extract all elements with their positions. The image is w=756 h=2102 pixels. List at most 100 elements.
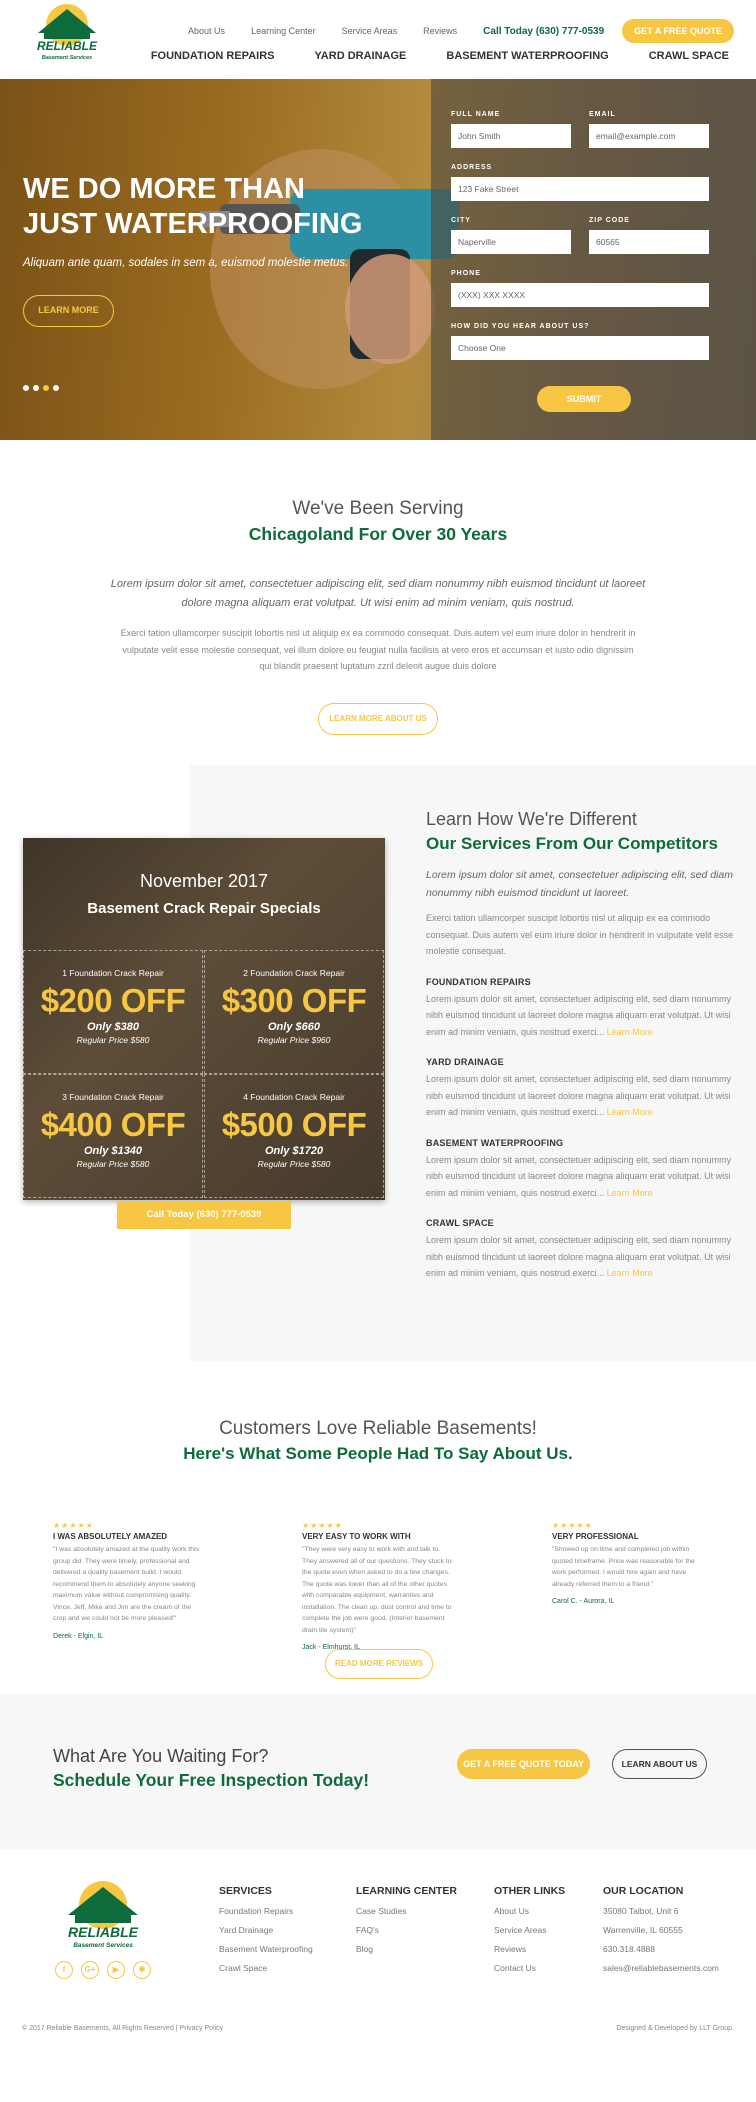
services-heading-light: Learn How We're Different: [426, 809, 637, 829]
cta-quote-button[interactable]: GET A FREE QUOTE TODAY: [457, 1749, 590, 1779]
submit-button[interactable]: SUBMIT: [537, 386, 631, 412]
offer-price: Only $380: [87, 1021, 139, 1033]
footer-link[interactable]: Case Studies: [356, 1906, 457, 1916]
slider-dot[interactable]: [33, 385, 39, 391]
footer-link[interactable]: Yard Drainage: [219, 1925, 313, 1935]
nav-yard[interactable]: YARD DRAINAGE: [314, 50, 406, 62]
footer-heading: SERVICES: [219, 1885, 272, 1897]
services-heading-green: Our Services From Our Competitors: [426, 834, 718, 853]
site-header: RELIABLE Basement Services About Us Lear…: [0, 0, 756, 79]
email-label: EMAIL: [589, 111, 616, 118]
review-quote: "They were very easy to work with and ta…: [302, 1546, 452, 1634]
footer-email[interactable]: sales@reliablebasements.com: [603, 1963, 719, 1973]
review-card: ★★★★★ VERY PROFESSIONAL "Showed up on ti…: [552, 1521, 702, 1605]
util-link-learning[interactable]: Learning Center: [251, 26, 316, 36]
full-name-field[interactable]: John Smith: [451, 124, 571, 148]
service-title: BASEMENT WATERPROOFING: [426, 1137, 564, 1148]
service-desc: Lorem ipsum dolor sit amet, consectetuer…: [426, 1154, 732, 1198]
footer-link[interactable]: Basement Waterproofing: [219, 1944, 313, 1954]
credit[interactable]: Designed & Developed by LLT Group.: [616, 2025, 734, 2032]
main-nav: FOUNDATION REPAIRS YARD DRAINAGE BASEMEN…: [111, 50, 729, 62]
reviews-heading-green: Here's What Some People Had To Say About…: [183, 1444, 573, 1463]
footer-col-other: OTHER LINKS About Us Service Areas Revie…: [494, 1885, 565, 1973]
special-offer: 4 Foundation Crack Repair $500 OFF Only …: [204, 1074, 384, 1198]
util-link-reviews[interactable]: Reviews: [423, 26, 457, 36]
nav-foundation[interactable]: FOUNDATION REPAIRS: [151, 50, 275, 62]
service-item: YARD DRAINAGE Lorem ipsum dolor sit amet…: [426, 1057, 736, 1121]
service-learn-more-link[interactable]: Learn More: [607, 1188, 653, 1198]
service-item: CRAWL SPACE Lorem ipsum dolor sit amet, …: [426, 1218, 736, 1282]
footer-link[interactable]: Service Areas: [494, 1925, 565, 1935]
footer-logo[interactable]: RELIABLE Basement Services: [58, 1879, 148, 1951]
svg-text:Basement Services: Basement Services: [73, 1942, 133, 1949]
learn-more-about-us-button[interactable]: LEARN MORE ABOUT US: [318, 702, 438, 735]
header-quote-button[interactable]: GET A FREE QUOTE: [622, 19, 734, 43]
footer-phone[interactable]: 630.318.4888: [603, 1944, 719, 1954]
hero-title: WE DO MORE THAN JUST WATERPROOFING: [23, 173, 363, 240]
service-item: BASEMENT WATERPROOFING Lorem ipsum dolor…: [426, 1138, 736, 1202]
specials-title: Basement Crack Repair Specials: [87, 900, 321, 917]
services-lead: Lorem ipsum dolor sit amet, consectetuer…: [426, 869, 733, 899]
review-title: VERY PROFESSIONAL: [552, 1532, 639, 1541]
offer-price: Only $660: [268, 1021, 320, 1033]
city-field[interactable]: Naperville: [451, 230, 571, 254]
offer-label: 1 Foundation Crack Repair: [62, 968, 164, 978]
slider-dot[interactable]: [53, 385, 59, 391]
offer-discount: $500 OFF: [221, 1106, 367, 1143]
youtube-icon[interactable]: ▶: [107, 1961, 125, 1979]
email-field[interactable]: email@example.com: [589, 124, 709, 148]
cta-learn-button[interactable]: LEARN ABOUT US: [612, 1749, 707, 1779]
specials-call-button[interactable]: Call Today (630) 777-0539: [117, 1201, 291, 1229]
read-more-reviews-button[interactable]: READ MORE REVIEWS: [325, 1649, 433, 1679]
address-field[interactable]: 123 Fake Street: [451, 177, 709, 201]
services-section: November 2017 Basement Crack Repair Spec…: [0, 765, 756, 1361]
service-learn-more-link[interactable]: Learn More: [607, 1027, 653, 1037]
utility-nav: About Us Learning Center Service Areas R…: [188, 19, 734, 43]
offer-discount: $300 OFF: [221, 982, 367, 1019]
cta-heading-light: What Are You Waiting For?: [53, 1746, 269, 1766]
util-link-about[interactable]: About Us: [188, 26, 225, 36]
offer-label: 4 Foundation Crack Repair: [243, 1092, 345, 1102]
hero-subtitle: Aliquam ante quam, sodales in sem a, eui…: [23, 257, 349, 269]
offer-price: Only $1340: [83, 1145, 143, 1157]
offer-price: Only $1720: [264, 1145, 324, 1157]
hear-select[interactable]: Choose One: [451, 336, 709, 360]
footer-col-services: SERVICES Foundation Repairs Yard Drainag…: [219, 1885, 313, 1973]
hero-learn-more-button[interactable]: LEARN MORE: [23, 295, 114, 327]
company-logo[interactable]: RELIABLE Basement Services: [30, 3, 105, 61]
footer-link[interactable]: Foundation Repairs: [219, 1906, 313, 1916]
special-offer: 3 Foundation Crack Repair $400 OFF Only …: [23, 1074, 203, 1198]
footer-link[interactable]: Contact Us: [494, 1963, 565, 1973]
slider-dot[interactable]: [23, 385, 29, 391]
google-plus-icon[interactable]: G+: [81, 1961, 99, 1979]
star-rating-icon: ★★★★★: [302, 1521, 343, 1530]
serving-heading-light: We've Been Serving: [292, 498, 464, 519]
offer-regular: Regular Price $960: [257, 1035, 331, 1045]
footer-link[interactable]: Blog: [356, 1944, 457, 1954]
footer-link[interactable]: Crawl Space: [219, 1963, 313, 1973]
footer-link[interactable]: Reviews: [494, 1944, 565, 1954]
service-learn-more-link[interactable]: Learn More: [607, 1107, 653, 1117]
services-text: Learn How We're Different Our Services F…: [426, 809, 736, 1282]
util-link-areas[interactable]: Service Areas: [342, 26, 398, 36]
footer-link[interactable]: FAQ's: [356, 1925, 457, 1935]
footer-heading: OTHER LINKS: [494, 1885, 566, 1897]
city-label: CITY: [451, 217, 471, 224]
facebook-icon[interactable]: f: [55, 1961, 73, 1979]
copyright[interactable]: © 2017 Reliable Basements, All Rights Re…: [22, 2025, 223, 2032]
phone-field[interactable]: (XXX) XXX XXXX: [451, 283, 709, 307]
service-learn-more-link[interactable]: Learn More: [607, 1268, 653, 1278]
service-item: FOUNDATION REPAIRS Lorem ipsum dolor sit…: [426, 977, 736, 1041]
nav-basement[interactable]: BASEMENT WATERPROOFING: [446, 50, 608, 62]
offer-label: 3 Foundation Crack Repair: [62, 1092, 164, 1102]
zip-field[interactable]: 60565: [589, 230, 709, 254]
serving-body: Exerci tation ullamcorper suscipit lobor…: [120, 628, 636, 671]
full-name-label: FULL NAME: [451, 111, 501, 118]
review-author: Derek - Elgin, IL: [53, 1632, 104, 1640]
review-quote: "Showed up on time and completed job wit…: [552, 1546, 695, 1588]
header-phone[interactable]: Call Today (630) 777-0539: [483, 26, 604, 37]
nav-crawl[interactable]: CRAWL SPACE: [649, 50, 729, 62]
footer-link[interactable]: About Us: [494, 1906, 565, 1916]
yelp-icon[interactable]: ✱: [133, 1961, 151, 1979]
slider-dot-active[interactable]: [43, 385, 49, 391]
